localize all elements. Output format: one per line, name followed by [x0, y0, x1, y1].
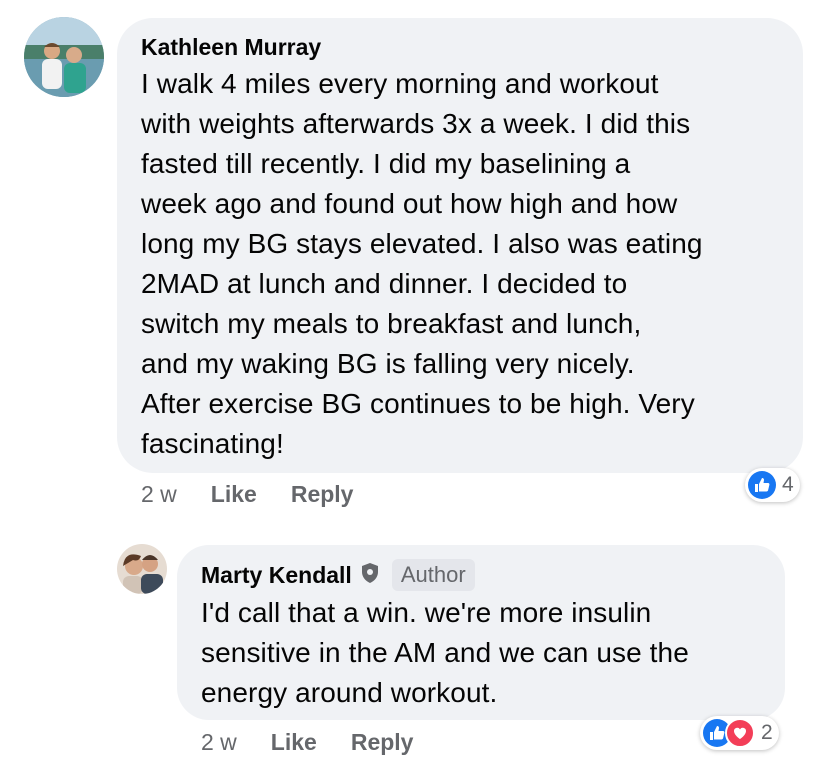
shield-icon — [360, 562, 380, 589]
love-icon — [725, 718, 755, 748]
like-button[interactable]: Like — [211, 481, 257, 508]
comment-bubble-marty: Marty Kendall Author I'd call that a win… — [177, 545, 785, 720]
comment-bubble-kathleen: Kathleen Murray I walk 4 miles every mor… — [117, 18, 803, 473]
reaction-count: 4 — [782, 473, 794, 496]
like-icon — [748, 471, 776, 499]
comment-text: I'd call that a win. we're more insulin … — [201, 597, 689, 708]
comment-author-name[interactable]: Marty Kendall — [201, 560, 352, 590]
comment-timestamp[interactable]: 2 w — [141, 481, 177, 508]
like-button[interactable]: Like — [271, 729, 317, 756]
comment-actions: 2 w Like Reply — [141, 481, 387, 508]
reply-button[interactable]: Reply — [291, 481, 354, 508]
reply-button[interactable]: Reply — [351, 729, 414, 756]
comment-actions: 2 w Like Reply — [201, 729, 447, 756]
reaction-summary[interactable]: 2 — [700, 716, 779, 750]
avatar-kathleen-murray[interactable] — [24, 17, 104, 97]
author-badge: Author — [391, 559, 475, 591]
reaction-count: 2 — [761, 721, 773, 744]
avatar-marty-kendall[interactable] — [117, 544, 167, 594]
reaction-summary[interactable]: 4 — [745, 468, 800, 502]
comment-author-name[interactable]: Kathleen Murray — [141, 32, 779, 62]
comment-timestamp[interactable]: 2 w — [201, 729, 237, 756]
comment-text: I walk 4 miles every morning and workout… — [141, 68, 703, 459]
